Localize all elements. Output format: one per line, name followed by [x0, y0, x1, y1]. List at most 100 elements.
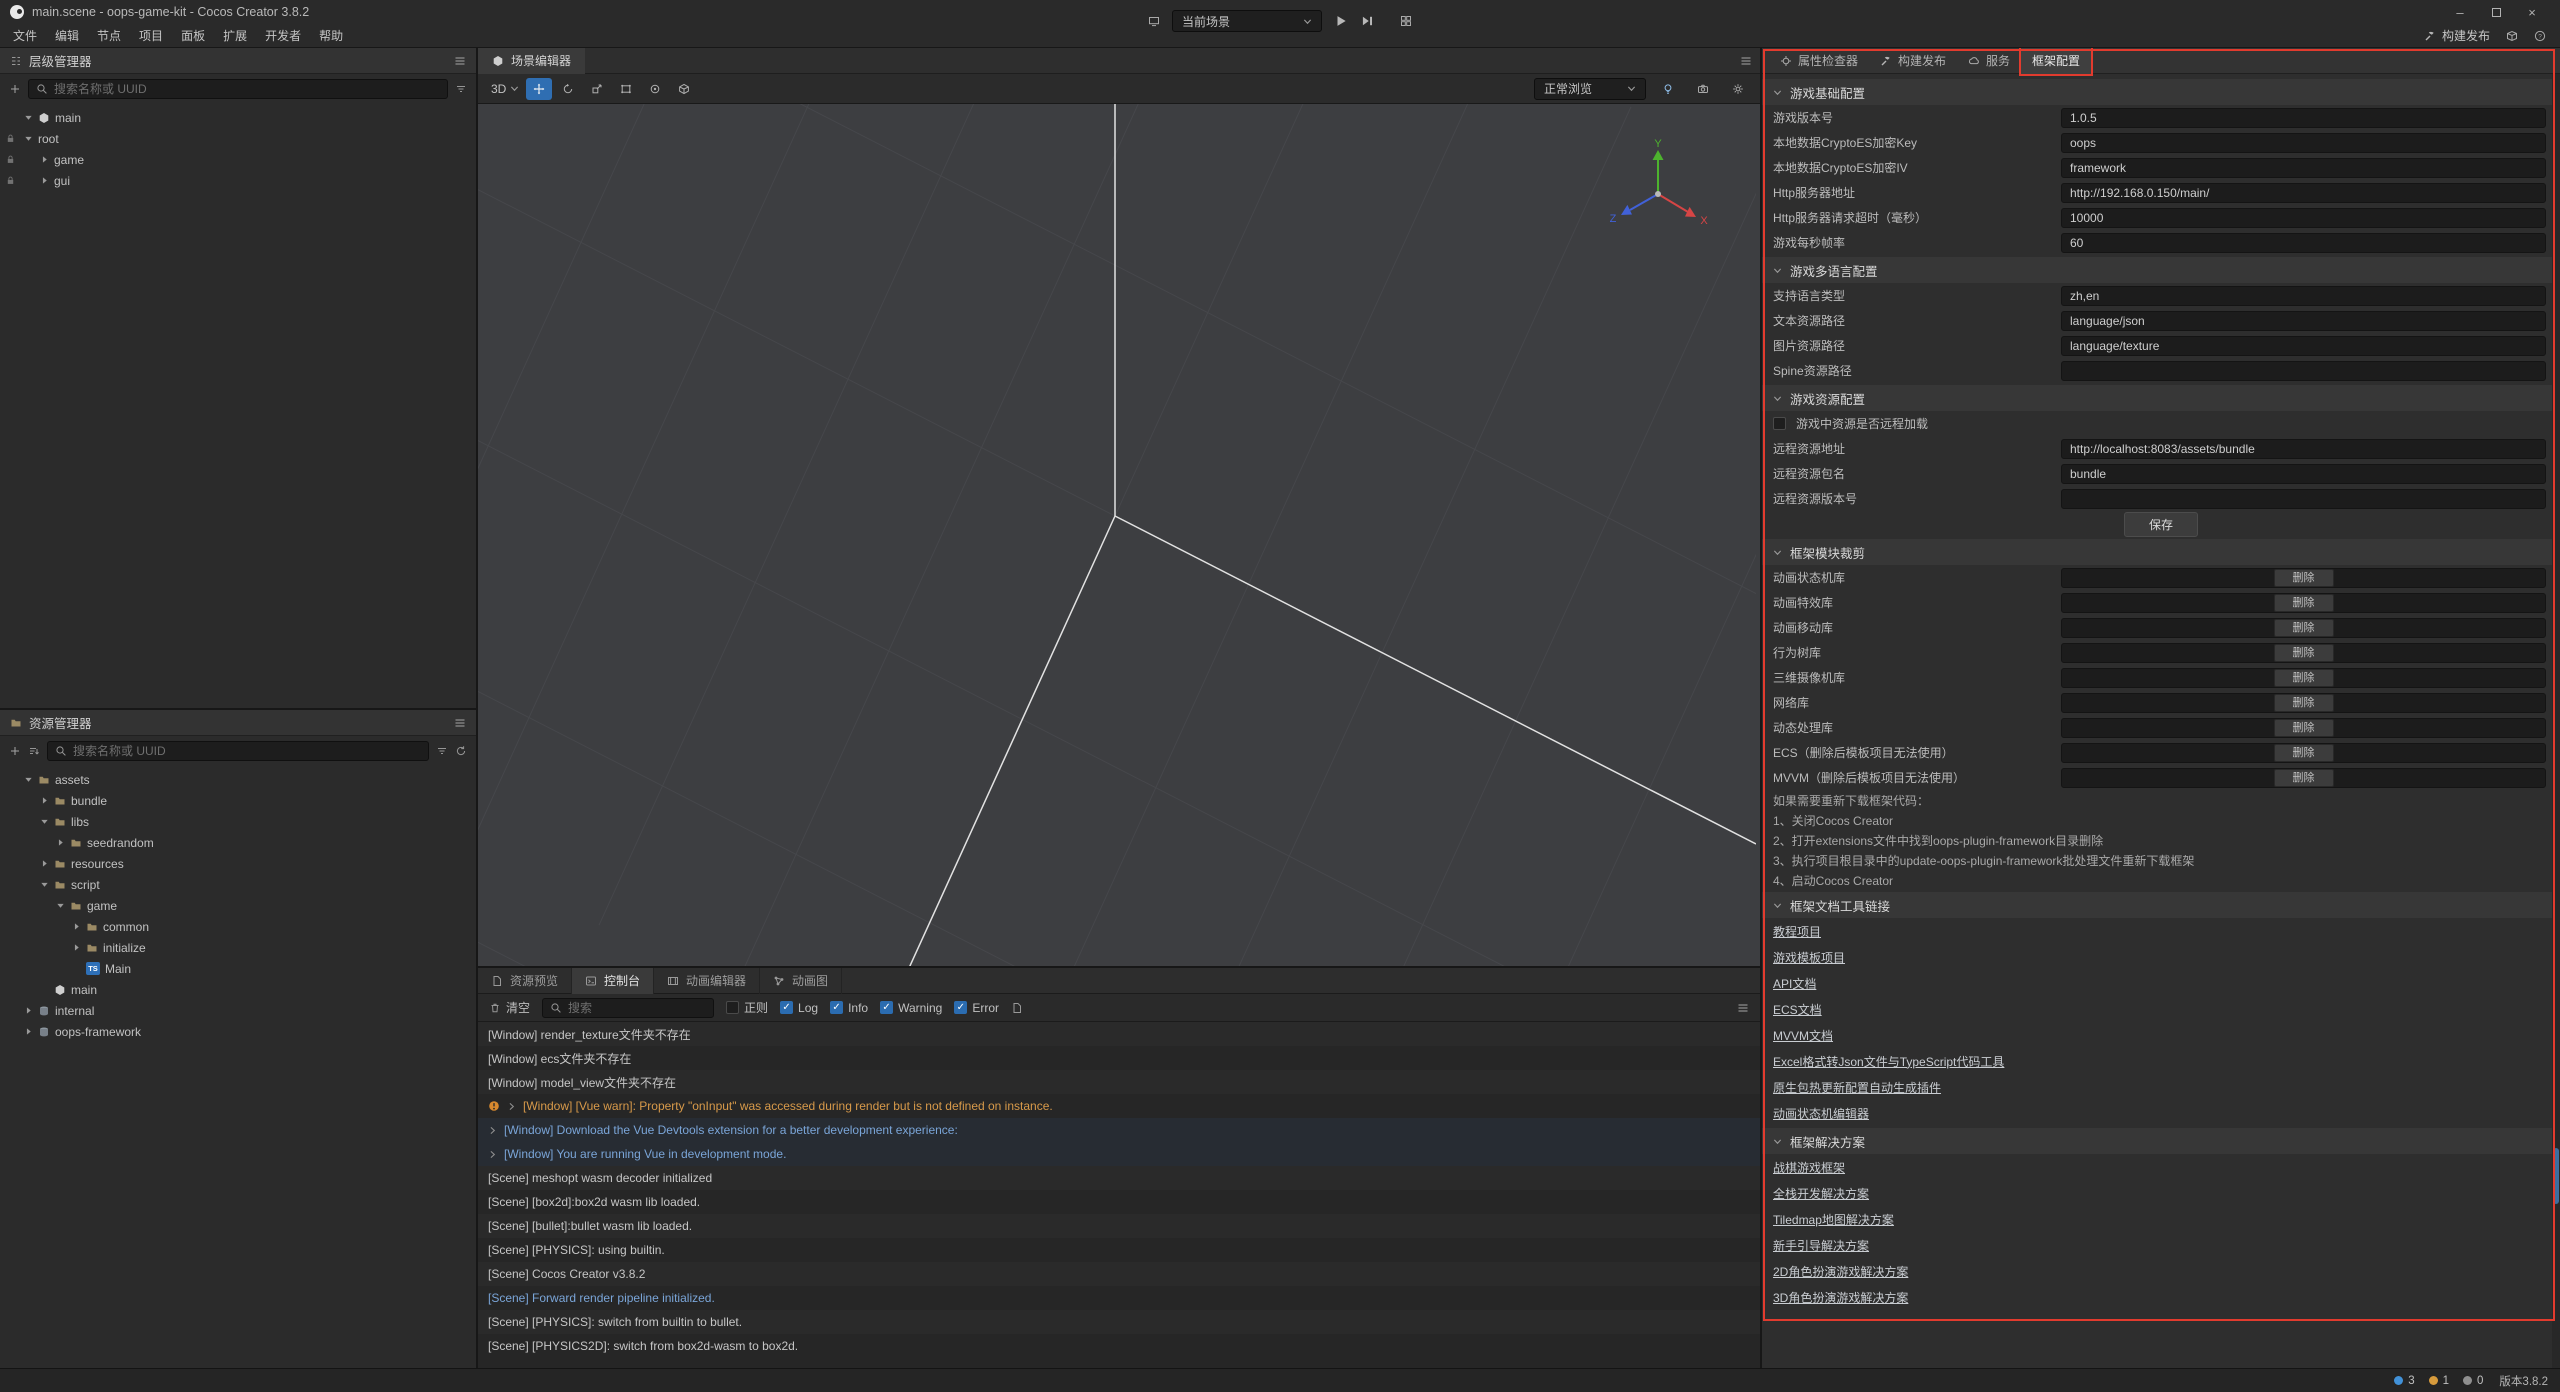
hierarchy-tree-row[interactable]: game — [0, 149, 476, 170]
console-tab[interactable]: 资源预览 — [478, 968, 572, 994]
delete-button[interactable]: 删除 — [2274, 719, 2334, 737]
collapse-arrow-icon[interactable] — [72, 922, 81, 931]
doc-link[interactable]: 游戏模板项目 — [1773, 949, 1845, 966]
view-camera-button[interactable] — [1690, 78, 1716, 100]
tab-scene-editor[interactable]: 场景编辑器 — [478, 48, 585, 74]
status-count[interactable]: 1 — [2429, 1375, 2449, 1387]
expand-arrow-icon[interactable] — [24, 113, 33, 122]
doc-link[interactable]: ECS文档 — [1773, 1001, 1822, 1018]
device-select-icon[interactable] — [1148, 15, 1160, 27]
menu-item[interactable]: 开发者 — [256, 24, 310, 48]
delete-button[interactable]: 删除 — [2274, 619, 2334, 637]
doc-link[interactable]: 教程项目 — [1773, 923, 1821, 940]
expand-arrow-icon[interactable] — [40, 880, 49, 889]
panel-menu-icon[interactable] — [1737, 1002, 1749, 1014]
assets-tree-row[interactable]: initialize — [0, 937, 476, 958]
regex-checkbox[interactable] — [726, 1001, 739, 1014]
tool-recttool-button[interactable] — [613, 78, 639, 100]
assets-tree-row[interactable]: assets — [0, 769, 476, 790]
assets-tree-row[interactable]: seedrandom — [0, 832, 476, 853]
assets-tree-row[interactable]: resources — [0, 853, 476, 874]
console-message[interactable]: [Window] You are running Vue in developm… — [478, 1142, 1760, 1166]
doc-link[interactable]: 战棋游戏框架 — [1773, 1159, 1845, 1176]
status-count[interactable]: 0 — [2463, 1375, 2483, 1387]
layout-grid-icon[interactable] — [1400, 15, 1412, 27]
save-button[interactable]: 保存 — [2124, 512, 2198, 537]
expand-chevron-icon[interactable] — [488, 1126, 497, 1135]
console-message[interactable]: [Scene] Cocos Creator v3.8.2 — [478, 1262, 1760, 1286]
tool-rotate-button[interactable] — [555, 78, 581, 100]
checkbox-icon[interactable]: ✓ — [830, 1001, 843, 1014]
assets-tree-row[interactable]: libs — [0, 811, 476, 832]
scene-viewport[interactable]: Y X Z — [478, 104, 1760, 966]
refresh-icon[interactable] — [455, 745, 467, 757]
config-input[interactable] — [2061, 489, 2546, 509]
menu-item[interactable]: 项目 — [130, 24, 172, 48]
filter-warning-toggle[interactable]: ✓Warning — [880, 1001, 942, 1015]
config-input[interactable] — [2061, 439, 2546, 459]
config-input[interactable] — [2061, 464, 2546, 484]
hierarchy-tree-row[interactable]: root — [0, 128, 476, 149]
regex-toggle[interactable]: 正则 — [726, 999, 768, 1016]
section-header[interactable]: 框架解决方案 — [1762, 1128, 2560, 1154]
console-message[interactable]: [Scene] [PHYSICS]: switch from builtin t… — [478, 1310, 1760, 1334]
section-header[interactable]: 框架文档工具链接 — [1762, 892, 2560, 918]
filter-log-toggle[interactable]: ✓Log — [780, 1001, 818, 1015]
delete-button[interactable]: 删除 — [2274, 744, 2334, 762]
scrollbar[interactable] — [2552, 74, 2560, 1368]
config-input[interactable] — [2061, 208, 2546, 228]
help-icon[interactable]: ? — [2534, 30, 2546, 42]
inspector-tab[interactable]: 属性检查器 — [1769, 48, 1869, 74]
maximize-button[interactable] — [2478, 0, 2514, 24]
log-file-icon[interactable] — [1011, 1002, 1023, 1014]
console-tab[interactable]: 动画图 — [760, 968, 842, 994]
delete-button[interactable]: 删除 — [2274, 669, 2334, 687]
console-message[interactable]: [Window] Download the Vue Devtools exten… — [478, 1118, 1760, 1142]
tool-gcenter-button[interactable] — [642, 78, 668, 100]
config-input[interactable] — [2061, 133, 2546, 153]
section-collapse-icon[interactable] — [1773, 266, 1782, 275]
delete-button[interactable]: 删除 — [2274, 694, 2334, 712]
view-gear-button[interactable] — [1725, 78, 1751, 100]
hierarchy-search-box[interactable] — [28, 79, 448, 99]
doc-link[interactable]: 新手引导解决方案 — [1773, 1237, 1869, 1254]
panel-menu-icon[interactable] — [454, 55, 466, 67]
panel-menu-icon[interactable] — [454, 717, 466, 729]
console-tab[interactable]: 动画编辑器 — [654, 968, 760, 994]
checkbox-icon[interactable]: ✓ — [880, 1001, 893, 1014]
section-collapse-icon[interactable] — [1773, 901, 1782, 910]
expand-arrow-icon[interactable] — [56, 901, 65, 910]
collapse-arrow-icon[interactable] — [24, 1027, 33, 1036]
collapse-arrow-icon[interactable] — [40, 796, 49, 805]
assets-tree-row[interactable]: main — [0, 979, 476, 1000]
menu-item[interactable]: 文件 — [4, 24, 46, 48]
mode-3d-button[interactable]: 3D — [487, 78, 523, 100]
filter-info-toggle[interactable]: ✓Info — [830, 1001, 868, 1015]
doc-link[interactable]: Excel格式转Json文件与TypeScript代码工具 — [1773, 1053, 2004, 1070]
doc-link[interactable]: API文档 — [1773, 975, 1816, 992]
panel-menu-icon[interactable] — [1740, 55, 1752, 67]
console-message[interactable]: [Scene] [bullet]:bullet wasm lib loaded. — [478, 1214, 1760, 1238]
delete-button[interactable]: 删除 — [2274, 644, 2334, 662]
console-search-input[interactable] — [568, 1001, 706, 1015]
tool-gspace-button[interactable] — [671, 78, 697, 100]
checkbox-icon[interactable]: ✓ — [780, 1001, 793, 1014]
config-input[interactable] — [2061, 286, 2546, 306]
config-input[interactable] — [2061, 233, 2546, 253]
menu-item[interactable]: 扩展 — [214, 24, 256, 48]
assets-tree-row[interactable]: game — [0, 895, 476, 916]
config-input[interactable] — [2061, 311, 2546, 331]
step-icon[interactable] — [1360, 14, 1374, 28]
collapse-arrow-icon[interactable] — [24, 1006, 33, 1015]
hierarchy-tree-row[interactable]: gui — [0, 170, 476, 191]
assets-tree-row[interactable]: common — [0, 916, 476, 937]
clear-console-button[interactable]: 清空 — [489, 999, 530, 1016]
doc-link[interactable]: 3D角色扮演游戏解决方案 — [1773, 1289, 1908, 1306]
section-header[interactable]: 框架模块裁剪 — [1762, 539, 2560, 565]
console-message[interactable]: [Scene] [box2d]:box2d wasm lib loaded. — [478, 1190, 1760, 1214]
section-collapse-icon[interactable] — [1773, 394, 1782, 403]
section-collapse-icon[interactable] — [1773, 1137, 1782, 1146]
config-input[interactable] — [2061, 361, 2546, 381]
package-icon[interactable] — [2506, 30, 2518, 42]
delete-button[interactable]: 删除 — [2274, 569, 2334, 587]
